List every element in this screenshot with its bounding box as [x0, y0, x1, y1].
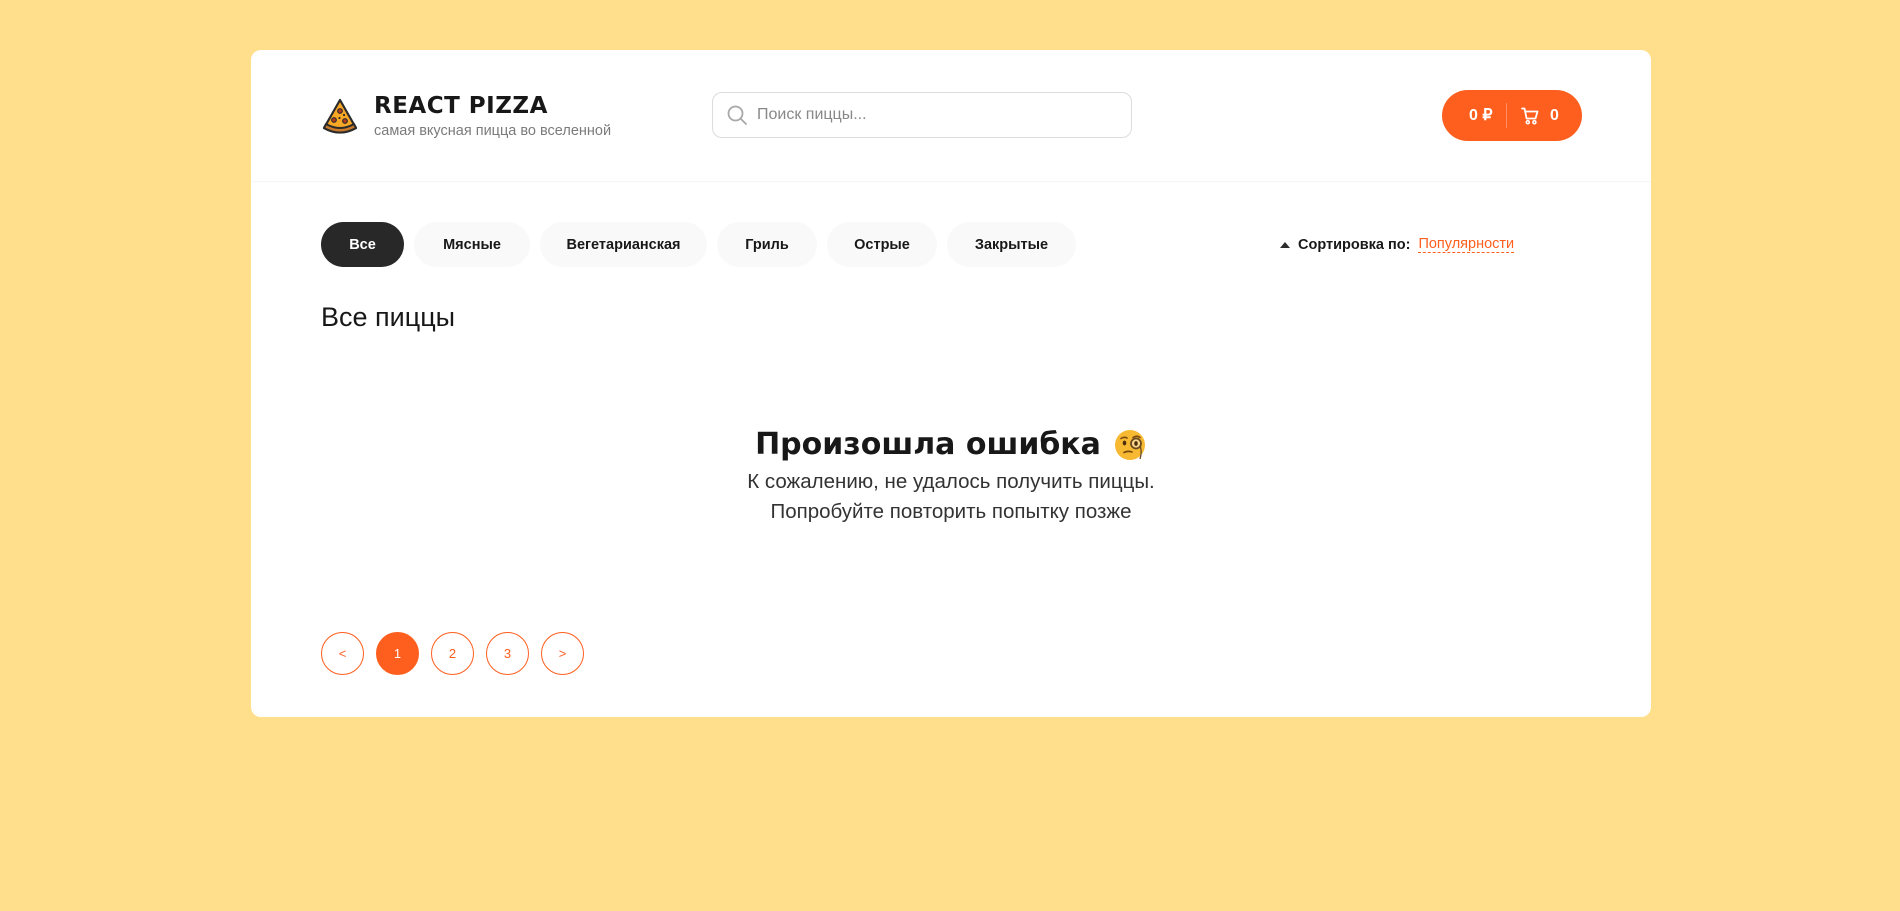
category-vegetarian[interactable]: Вегетарианская — [540, 222, 707, 267]
search-box — [712, 92, 1132, 138]
header: REACT PIZZA самая вкусная пицца во вселе… — [251, 50, 1651, 182]
cart-price: 0 ₽ — [1469, 107, 1493, 124]
pagination: < 1 2 3 > — [321, 632, 596, 675]
cart-divider — [1506, 103, 1507, 128]
logo-title: REACT PIZZA — [374, 93, 548, 119]
error-line-2: Попробуйте повторить попытку позже — [770, 500, 1132, 523]
error-message: Произошла ошибка К сожалению, не удалось… — [251, 425, 1651, 527]
page-title: Все пиццы — [321, 302, 456, 332]
logo-subtitle: самая вкусная пицца во вселенной — [374, 123, 612, 139]
cart-count: 0 — [1550, 107, 1559, 124]
cart-icon — [1521, 107, 1539, 125]
logo-text: REACT PIZZA самая вкусная пицца во вселе… — [374, 93, 611, 140]
pizza-slice-icon — [322, 98, 358, 134]
sort-arrow-up-icon[interactable] — [1280, 241, 1290, 248]
category-grill[interactable]: Гриль — [717, 222, 817, 267]
pagination-page-3[interactable]: 3 — [486, 632, 529, 675]
pagination-prev-button[interactable]: < — [321, 632, 364, 675]
category-spicy[interactable]: Острые — [827, 222, 937, 267]
monocle-face-emoji-icon — [1114, 430, 1145, 460]
category-list: Все Мясные Вегетарианская Гриль Острые З… — [321, 222, 1086, 267]
sort-dropdown[interactable]: Популярности — [1418, 236, 1515, 253]
logo[interactable]: REACT PIZZA самая вкусная пицца во вселе… — [320, 93, 611, 140]
app-container: REACT PIZZA самая вкусная пицца во вселе… — [251, 50, 1651, 717]
search-icon — [727, 105, 747, 125]
category-meat[interactable]: Мясные — [414, 222, 530, 267]
sort-label: Сортировка по: — [1298, 236, 1411, 253]
search-input[interactable] — [757, 106, 1087, 124]
error-title: Произошла ошибка — [755, 427, 1101, 462]
category-closed[interactable]: Закрытые — [947, 222, 1076, 267]
error-heading: Произошла ошибка — [755, 425, 1147, 465]
pagination-next-button[interactable]: > — [541, 632, 584, 675]
error-line-1: К сожалению, не удалось получить пиццы. — [747, 470, 1155, 493]
pagination-page-2[interactable]: 2 — [431, 632, 474, 675]
sort-control: Сортировка по: Популярности — [1280, 236, 1515, 253]
pagination-page-1[interactable]: 1 — [376, 632, 419, 675]
cart-button[interactable]: 0 ₽ 0 — [1442, 90, 1582, 141]
category-all[interactable]: Все — [321, 222, 404, 267]
